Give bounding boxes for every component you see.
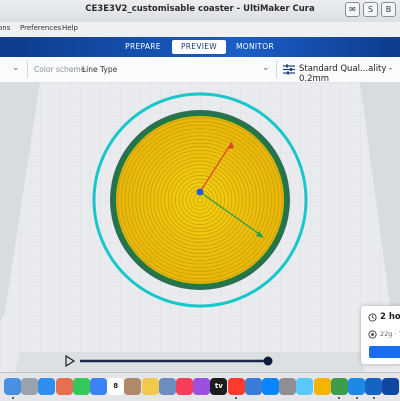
calendar-icon[interactable]: 8 — [107, 378, 125, 395]
apple-tv-icon[interactable]: tv — [210, 378, 228, 395]
launchpad-icon[interactable] — [21, 378, 39, 395]
view-settings-bar: ⌄ Color scheme Line Type ⌄ Standard Qual… — [0, 57, 400, 84]
notes-icon[interactable] — [141, 378, 159, 395]
tab-monitor[interactable]: MONITOR — [230, 40, 280, 54]
running-indicator — [355, 397, 358, 399]
tab-prepare[interactable]: PREPARE — [118, 40, 168, 54]
menu-item-extensions[interactable]: ons — [0, 24, 10, 32]
music-icon[interactable] — [176, 378, 193, 395]
cura-icon[interactable] — [348, 378, 365, 395]
chevron-down-icon[interactable]: ⌄ — [262, 63, 270, 73]
cura2-icon[interactable] — [365, 378, 383, 395]
running-indicator — [338, 397, 341, 399]
menu-item-preferences[interactable]: Preferences — [20, 24, 61, 32]
clock-icon — [368, 313, 377, 322]
menu-bar: ons Preferences Help — [0, 22, 400, 37]
window-title-bar: CE3E3V2_customisable coaster - UltiMaker… — [0, 0, 400, 23]
divider — [276, 61, 277, 78]
window-title: CE3E3V2_customisable coaster - UltiMaker… — [85, 4, 315, 14]
greenapp-icon[interactable] — [330, 378, 348, 395]
save-to-disk-button[interactable] — [369, 346, 400, 358]
cura3-icon[interactable] — [382, 378, 400, 395]
origin-marker — [196, 188, 204, 196]
material-estimate: 22g · 7. — [380, 330, 400, 338]
print-time: 2 hou — [380, 312, 400, 322]
running-indicator — [372, 397, 375, 399]
app-b-icon[interactable]: B — [381, 2, 396, 17]
podcasts-icon[interactable] — [193, 378, 211, 395]
mail-icon[interactable] — [90, 378, 107, 395]
color-scheme-label: Color scheme — [34, 65, 86, 74]
finder-files-icon[interactable] — [158, 378, 176, 395]
chevron-down-icon[interactable]: ⌄ — [12, 63, 20, 73]
print-info-panel: 2 hou 22g · 7. — [361, 306, 400, 364]
news-icon[interactable] — [227, 378, 245, 395]
layer-handle[interactable] — [263, 356, 273, 366]
material-spool-icon — [368, 330, 377, 339]
appstore-icon[interactable] — [262, 378, 279, 395]
play-icon[interactable] — [65, 354, 76, 368]
finder-icon[interactable] — [4, 378, 21, 395]
app-s-icon[interactable]: S — [363, 2, 378, 17]
preview-viewport[interactable] — [0, 82, 400, 372]
system-settings-icon[interactable] — [279, 378, 297, 395]
keynote-icon[interactable] — [244, 378, 262, 395]
running-indicator — [235, 397, 238, 399]
macos-dock: 8 tv — [0, 372, 400, 401]
preview-icon[interactable] — [296, 378, 314, 395]
color-scheme-dropdown[interactable]: Line Type — [82, 65, 117, 74]
stage-bar: PREPARE PREVIEW MONITOR — [0, 37, 400, 57]
menu-item-help[interactable]: Help — [62, 24, 78, 32]
build-plate-view[interactable] — [0, 82, 400, 372]
tab-preview[interactable]: PREVIEW — [172, 40, 226, 54]
system-status-icons: ✉ S B — [345, 2, 396, 17]
top-skin — [116, 116, 284, 284]
layer-scrubber[interactable] — [60, 352, 280, 372]
messages-icon[interactable] — [72, 378, 90, 395]
chrome-icon[interactable] — [313, 378, 331, 395]
safari-icon[interactable] — [38, 378, 56, 395]
message-icon[interactable]: ✉ — [345, 2, 360, 17]
contacts-icon[interactable] — [124, 378, 142, 395]
photos-icon[interactable] — [55, 378, 73, 395]
print-profile-selector[interactable]: Standard Qual...ality - 0.2mm — [299, 64, 400, 84]
print-settings-icon[interactable] — [283, 64, 295, 75]
divider — [27, 61, 28, 78]
running-indicator — [11, 397, 14, 399]
